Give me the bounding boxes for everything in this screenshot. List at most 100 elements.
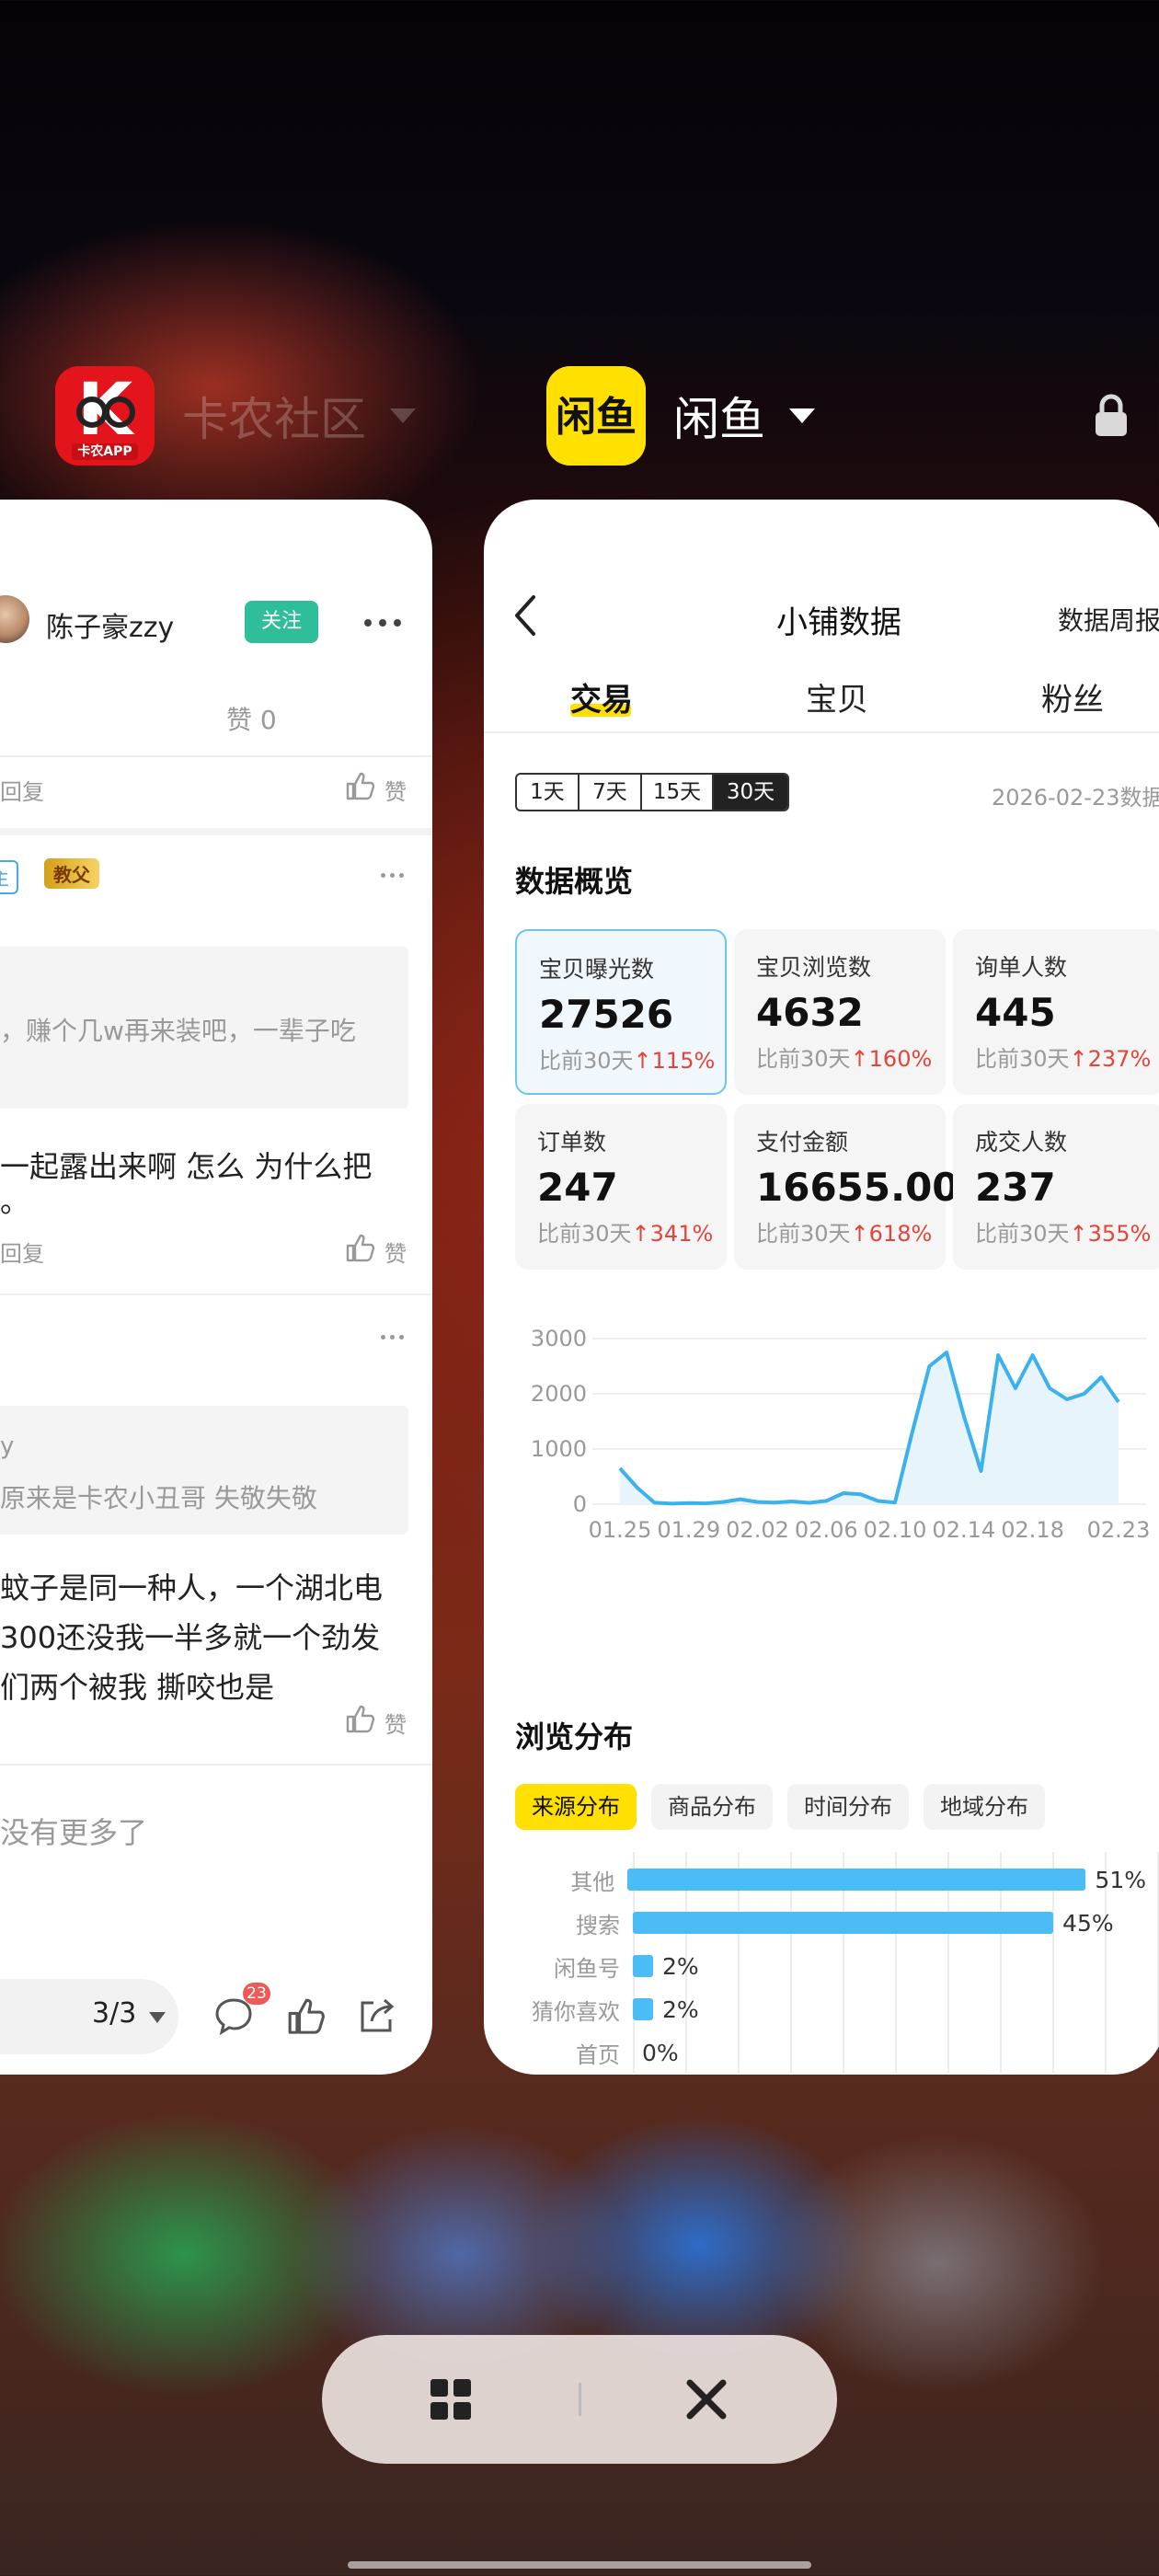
right-app-name: 闲鱼 [673, 393, 765, 446]
metric-card-inquiries[interactable]: 询单人数 445 比前30天↑237% [953, 929, 1159, 1095]
x-tick-label: 02.14 [932, 1517, 995, 1539]
reply-link[interactable]: 回复 [0, 1236, 44, 1268]
left-app-chevron-down-icon[interactable] [390, 408, 416, 423]
dist-row-label: 首页 [576, 2041, 620, 2068]
metric-compare: 比前30天↑115% [539, 1048, 716, 1074]
page-chevron-down-icon[interactable] [149, 2012, 166, 2023]
right-app-card[interactable]: 小铺数据 数据周报 交易 宝贝 粉丝 1天 7天 15天 30天 2026-02… [484, 500, 1159, 2075]
author-name[interactable]: 陈子豪zzy [46, 604, 174, 645]
metric-card-orders[interactable]: 订单数 247 比前30天↑341% [515, 1104, 727, 1270]
right-app-chevron-down-icon[interactable] [789, 408, 815, 423]
x-tick-label: 02.23 [1087, 1517, 1151, 1539]
comment-text: 蚊子是同一种人，一个湖北电 [0, 1570, 384, 1605]
xianyu-app-icon[interactable]: 闲鱼 [546, 366, 646, 466]
metric-value: 247 [537, 1165, 618, 1210]
like-label[interactable]: 赞 [384, 1707, 407, 1739]
right-app-header[interactable]: 闲鱼 闲鱼 [546, 366, 815, 466]
metric-compare: 比前30天↑237% [975, 1046, 1152, 1072]
metric-compare: 比前30天↑341% [537, 1221, 714, 1247]
dist-row: 搜索 45% [484, 1904, 1146, 1941]
metric-title: 支付金额 [756, 1129, 849, 1156]
home-indicator[interactable] [348, 2561, 811, 2569]
y-tick-label: 3000 [531, 1326, 587, 1351]
bottom-action-bar [322, 2335, 837, 2464]
y-tick-label: 1000 [531, 1436, 587, 1462]
close-icon[interactable] [684, 2377, 729, 2421]
metric-title: 订单数 [537, 1129, 607, 1156]
x-tick-label: 01.29 [657, 1517, 720, 1539]
left-app-header[interactable]: K 卡农APP 卡农社区 [55, 366, 416, 466]
avatar[interactable] [0, 595, 29, 643]
like-label[interactable]: 赞 [384, 1236, 407, 1268]
dist-bar-value: 45% [1062, 1909, 1114, 1937]
range-15d[interactable]: 15天 [642, 775, 714, 810]
comment-more-icon[interactable] [381, 1335, 404, 1340]
dist-bar [627, 1869, 1086, 1891]
page-indicator: 3/3 [92, 1997, 137, 2030]
metric-card-views[interactable]: 宝贝浏览数 4632 比前30天↑160% [734, 929, 946, 1095]
metric-compare: 比前30天↑618% [756, 1221, 933, 1247]
dist-tab-product[interactable]: 商品分布 [651, 1784, 773, 1830]
like-label[interactable]: 赞 [384, 774, 407, 806]
follow-button[interactable]: 关注 [245, 601, 318, 643]
metric-value: 4632 [756, 990, 864, 1035]
dist-bar [633, 1912, 1054, 1934]
dist-row: 首页 0% [484, 2034, 1146, 2071]
quoted-comment [0, 1406, 408, 1535]
share-icon[interactable] [355, 1995, 396, 2036]
kanong-app-icon[interactable]: K 卡农APP [55, 366, 155, 466]
dist-tab-source[interactable]: 来源分布 [515, 1784, 637, 1830]
dist-row-label: 搜索 [576, 1912, 620, 1938]
dist-bar-value: 0% [642, 2039, 679, 2066]
tab-trade[interactable]: 交易 [570, 674, 633, 719]
dist-bar [633, 1998, 653, 2020]
more-menu-icon[interactable] [364, 619, 401, 627]
quoted-text: 原来是卡农小丑哥 失敬失敬 [0, 1483, 317, 1513]
metric-value: 237 [975, 1165, 1056, 1210]
weekly-report-link[interactable]: 数据周报 [1058, 601, 1159, 638]
reply-link[interactable]: 回复 [0, 774, 44, 806]
dist-tab-region[interactable]: 地域分布 [924, 1784, 1045, 1830]
comment-more-icon[interactable] [381, 873, 404, 878]
back-arrow-icon[interactable] [511, 593, 539, 638]
grid-icon[interactable] [429, 2377, 473, 2421]
range-1d[interactable]: 1天 [517, 775, 580, 810]
tab-items[interactable]: 宝贝 [806, 674, 868, 719]
divider [0, 755, 432, 757]
dist-bar-value: 51% [1095, 1866, 1146, 1893]
metric-value: 27526 [539, 992, 674, 1037]
thumb-up-icon[interactable] [285, 1995, 326, 2036]
metric-card-exposure[interactable]: 宝贝曝光数 27526 比前30天↑115% [515, 929, 727, 1095]
y-tick-label: 2000 [531, 1381, 587, 1407]
no-more-text: 没有更多了 [0, 1815, 148, 1850]
left-app-card[interactable]: 陈子豪zzy 关注 赞 0 回复 赞 主 教父 ，赚个几w再来装吧，一辈子吃 一… [0, 500, 432, 2075]
x-tick-label: 01.25 [589, 1517, 652, 1539]
x-tick-label: 02.06 [795, 1517, 858, 1539]
dist-bar-value: 2% [662, 1995, 699, 2023]
section-gap [0, 828, 432, 835]
data-date: 2026-02-23数据 [992, 785, 1159, 811]
x-tick-label: 02.18 [1001, 1517, 1064, 1539]
metric-title: 询单人数 [975, 954, 1068, 981]
thumb-up-icon[interactable] [344, 1232, 375, 1263]
dist-bar-value: 2% [662, 1952, 699, 1980]
metric-title: 宝贝浏览数 [756, 954, 872, 981]
metric-card-payment[interactable]: 支付金额 16655.00 比前30天↑618% [734, 1104, 959, 1270]
dist-row: 其他 51% [484, 1861, 1146, 1898]
tab-fans[interactable]: 粉丝 [1041, 674, 1104, 719]
lock-icon[interactable] [1093, 394, 1130, 438]
quoted-text: y [0, 1432, 15, 1460]
likes-count: 赞 0 [226, 705, 277, 735]
thumb-up-icon[interactable] [344, 770, 375, 801]
range-30d[interactable]: 30天 [714, 775, 787, 810]
metric-title: 宝贝曝光数 [539, 956, 655, 983]
dist-bar [633, 1955, 653, 1977]
dist-tab-time[interactable]: 时间分布 [787, 1784, 909, 1830]
thumb-up-icon[interactable] [344, 1703, 375, 1734]
metric-value: 16655.00 [756, 1165, 959, 1210]
page-title: 小铺数据 [776, 604, 901, 641]
kanong-icon-text: 卡农APP [77, 444, 132, 459]
range-7d[interactable]: 7天 [580, 775, 642, 810]
metric-card-buyers[interactable]: 成交人数 237 比前30天↑355% [953, 1104, 1159, 1270]
comment-text: 。 [0, 1184, 30, 1219]
